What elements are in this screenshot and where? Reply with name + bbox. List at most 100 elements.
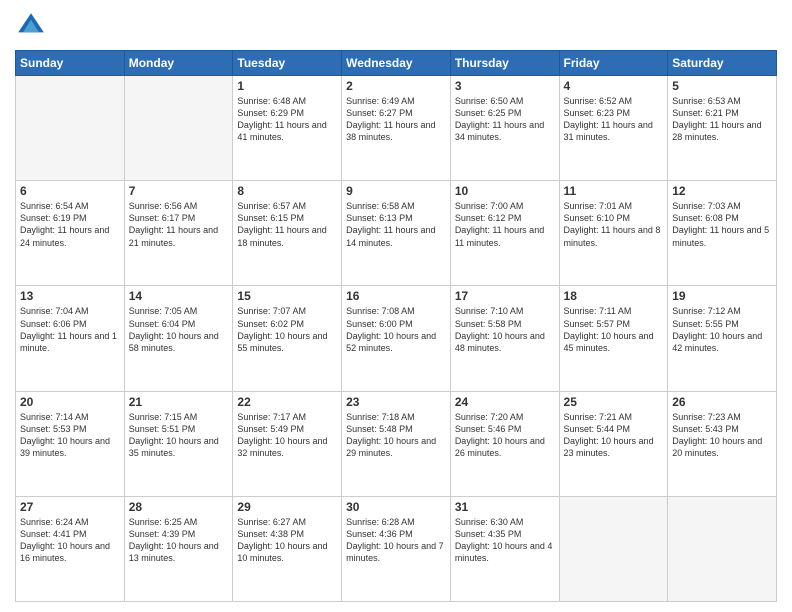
calendar-cell: 30Sunrise: 6:28 AM Sunset: 4:36 PM Dayli…: [342, 496, 451, 601]
calendar-week-row: 1 Sunrise: 6:48 AM Sunset: 6:29 PM Daylig…: [16, 76, 777, 181]
day-info: Sunrise: 6:24 AM Sunset: 4:41 PM Dayligh…: [20, 516, 120, 565]
calendar-cell: 31 Sunrise: 6:30 AM Sunset: 4:35 PM Dayli…: [450, 496, 559, 601]
day-info: Sunrise: 7:12 AM Sunset: 5:55 PM Dayligh…: [672, 305, 772, 354]
day-number: 21: [129, 395, 229, 409]
calendar-header-row: SundayMondayTuesdayWednesdayThursdayFrid…: [16, 51, 777, 76]
day-info: Sunrise: 6:28 AM Sunset: 4:36 PM Dayligh…: [346, 516, 446, 565]
calendar-cell: 3 Sunrise: 6:50 AM Sunset: 6:25 PM Daylig…: [450, 76, 559, 181]
day-of-week-header: Wednesday: [342, 51, 451, 76]
day-number: 24: [455, 395, 555, 409]
day-number: 26: [672, 395, 772, 409]
calendar-cell: [16, 76, 125, 181]
day-number: 16: [346, 289, 446, 303]
calendar-cell: 5Sunrise: 6:53 AM Sunset: 6:21 PM Daylig…: [668, 76, 777, 181]
day-number: 9: [346, 184, 446, 198]
day-info: Sunrise: 6:54 AM Sunset: 6:19 PM Dayligh…: [20, 200, 120, 249]
calendar-cell: 6 Sunrise: 6:54 AM Sunset: 6:19 PM Daylig…: [16, 181, 125, 286]
day-info: Sunrise: 7:00 AM Sunset: 6:12 PM Dayligh…: [455, 200, 555, 249]
day-number: 27: [20, 500, 120, 514]
calendar-cell: 13Sunrise: 7:04 AM Sunset: 6:06 PM Dayli…: [16, 286, 125, 391]
day-info: Sunrise: 6:27 AM Sunset: 4:38 PM Dayligh…: [237, 516, 337, 565]
calendar-cell: 23 Sunrise: 7:18 AM Sunset: 5:48 PM Dayli…: [342, 391, 451, 496]
day-info: Sunrise: 7:15 AM Sunset: 5:51 PM Dayligh…: [129, 411, 229, 460]
calendar-week-row: 13Sunrise: 7:04 AM Sunset: 6:06 PM Dayli…: [16, 286, 777, 391]
calendar-cell: 24 Sunrise: 7:20 AM Sunset: 5:46 PM Dayli…: [450, 391, 559, 496]
day-number: 10: [455, 184, 555, 198]
day-info: Sunrise: 6:56 AM Sunset: 6:17 PM Dayligh…: [129, 200, 229, 249]
day-number: 1: [237, 79, 337, 93]
day-info: Sunrise: 7:20 AM Sunset: 5:46 PM Dayligh…: [455, 411, 555, 460]
day-of-week-header: Monday: [124, 51, 233, 76]
calendar-cell: 9 Sunrise: 6:58 AM Sunset: 6:13 PM Daylig…: [342, 181, 451, 286]
day-number: 15: [237, 289, 337, 303]
day-of-week-header: Tuesday: [233, 51, 342, 76]
day-number: 28: [129, 500, 229, 514]
calendar-cell: 2 Sunrise: 6:49 AM Sunset: 6:27 PM Daylig…: [342, 76, 451, 181]
day-of-week-header: Thursday: [450, 51, 559, 76]
day-info: Sunrise: 7:14 AM Sunset: 5:53 PM Dayligh…: [20, 411, 120, 460]
logo: [15, 10, 51, 42]
day-number: 18: [564, 289, 664, 303]
calendar-cell: 21 Sunrise: 7:15 AM Sunset: 5:51 PM Dayli…: [124, 391, 233, 496]
day-number: 17: [455, 289, 555, 303]
calendar-cell: 16 Sunrise: 7:08 AM Sunset: 6:00 PM Dayli…: [342, 286, 451, 391]
page: SundayMondayTuesdayWednesdayThursdayFrid…: [0, 0, 792, 612]
day-number: 13: [20, 289, 120, 303]
day-info: Sunrise: 6:25 AM Sunset: 4:39 PM Dayligh…: [129, 516, 229, 565]
day-info: Sunrise: 7:03 AM Sunset: 6:08 PM Dayligh…: [672, 200, 772, 249]
day-number: 5: [672, 79, 772, 93]
calendar-cell: 1 Sunrise: 6:48 AM Sunset: 6:29 PM Daylig…: [233, 76, 342, 181]
day-info: Sunrise: 7:18 AM Sunset: 5:48 PM Dayligh…: [346, 411, 446, 460]
header: [15, 10, 777, 42]
day-info: Sunrise: 7:23 AM Sunset: 5:43 PM Dayligh…: [672, 411, 772, 460]
day-info: Sunrise: 6:57 AM Sunset: 6:15 PM Dayligh…: [237, 200, 337, 249]
day-info: Sunrise: 7:07 AM Sunset: 6:02 PM Dayligh…: [237, 305, 337, 354]
day-info: Sunrise: 7:21 AM Sunset: 5:44 PM Dayligh…: [564, 411, 664, 460]
day-number: 6: [20, 184, 120, 198]
day-of-week-header: Saturday: [668, 51, 777, 76]
day-number: 12: [672, 184, 772, 198]
day-of-week-header: Sunday: [16, 51, 125, 76]
day-number: 8: [237, 184, 337, 198]
calendar-cell: 15 Sunrise: 7:07 AM Sunset: 6:02 PM Dayli…: [233, 286, 342, 391]
calendar-cell: 19 Sunrise: 7:12 AM Sunset: 5:55 PM Dayli…: [668, 286, 777, 391]
calendar-cell: 29 Sunrise: 6:27 AM Sunset: 4:38 PM Dayli…: [233, 496, 342, 601]
calendar-cell: 22 Sunrise: 7:17 AM Sunset: 5:49 PM Dayli…: [233, 391, 342, 496]
calendar-cell: 7 Sunrise: 6:56 AM Sunset: 6:17 PM Daylig…: [124, 181, 233, 286]
day-info: Sunrise: 7:08 AM Sunset: 6:00 PM Dayligh…: [346, 305, 446, 354]
day-info: Sunrise: 6:58 AM Sunset: 6:13 PM Dayligh…: [346, 200, 446, 249]
day-number: 31: [455, 500, 555, 514]
calendar-cell: 8 Sunrise: 6:57 AM Sunset: 6:15 PM Daylig…: [233, 181, 342, 286]
day-info: Sunrise: 6:50 AM Sunset: 6:25 PM Dayligh…: [455, 95, 555, 144]
day-info: Sunrise: 6:48 AM Sunset: 6:29 PM Dayligh…: [237, 95, 337, 144]
day-number: 29: [237, 500, 337, 514]
calendar-cell: 10 Sunrise: 7:00 AM Sunset: 6:12 PM Dayli…: [450, 181, 559, 286]
logo-icon: [15, 10, 47, 42]
day-number: 20: [20, 395, 120, 409]
calendar-cell: 28 Sunrise: 6:25 AM Sunset: 4:39 PM Dayli…: [124, 496, 233, 601]
day-info: Sunrise: 7:17 AM Sunset: 5:49 PM Dayligh…: [237, 411, 337, 460]
day-info: Sunrise: 7:10 AM Sunset: 5:58 PM Dayligh…: [455, 305, 555, 354]
day-of-week-header: Friday: [559, 51, 668, 76]
calendar-week-row: 6 Sunrise: 6:54 AM Sunset: 6:19 PM Daylig…: [16, 181, 777, 286]
day-info: Sunrise: 6:49 AM Sunset: 6:27 PM Dayligh…: [346, 95, 446, 144]
day-number: 3: [455, 79, 555, 93]
calendar-week-row: 27 Sunrise: 6:24 AM Sunset: 4:41 PM Dayli…: [16, 496, 777, 601]
day-info: Sunrise: 7:01 AM Sunset: 6:10 PM Dayligh…: [564, 200, 664, 249]
day-number: 2: [346, 79, 446, 93]
calendar-cell: [124, 76, 233, 181]
calendar-cell: 20 Sunrise: 7:14 AM Sunset: 5:53 PM Dayli…: [16, 391, 125, 496]
day-number: 4: [564, 79, 664, 93]
day-number: 23: [346, 395, 446, 409]
day-number: 22: [237, 395, 337, 409]
day-info: Sunrise: 6:52 AM Sunset: 6:23 PM Dayligh…: [564, 95, 664, 144]
day-number: 7: [129, 184, 229, 198]
day-number: 14: [129, 289, 229, 303]
day-number: 25: [564, 395, 664, 409]
day-number: 19: [672, 289, 772, 303]
day-info: Sunrise: 6:30 AM Sunset: 4:35 PM Dayligh…: [455, 516, 555, 565]
calendar-cell: [559, 496, 668, 601]
calendar-cell: 11Sunrise: 7:01 AM Sunset: 6:10 PM Dayli…: [559, 181, 668, 286]
calendar-week-row: 20 Sunrise: 7:14 AM Sunset: 5:53 PM Dayli…: [16, 391, 777, 496]
calendar-cell: 18Sunrise: 7:11 AM Sunset: 5:57 PM Dayli…: [559, 286, 668, 391]
